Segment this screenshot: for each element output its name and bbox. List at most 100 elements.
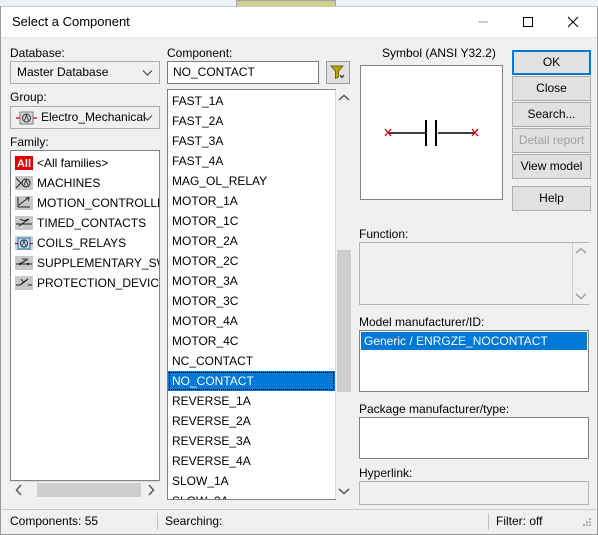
component-item[interactable]: REVERSE_2A (168, 411, 335, 431)
motion-controllers-icon (15, 195, 33, 211)
family-item-label: PROTECTION_DEVICES (37, 276, 160, 290)
select-component-dialog: Select a Component Database: Master Data… (0, 6, 598, 535)
detail-report-button: Detail report (512, 128, 591, 153)
component-item[interactable]: REVERSE_4A (168, 451, 335, 471)
component-item[interactable]: MOTOR_4A (168, 311, 335, 331)
family-item-coils-relays[interactable]: COILS_RELAYS (11, 233, 159, 253)
hyperlink-label: Hyperlink: (359, 466, 413, 480)
ok-button[interactable]: OK (512, 50, 591, 75)
function-vscrollbar[interactable] (572, 243, 589, 304)
family-item-motion-controllers[interactable]: MOTION_CONTROLLERS (11, 193, 159, 213)
family-item-machines[interactable]: MACHINES (11, 173, 159, 193)
component-item[interactable]: MOTOR_1C (168, 211, 335, 231)
hyperlink-field[interactable] (359, 481, 589, 505)
normally-open-contact-symbol (384, 120, 479, 146)
title-bar: Select a Component (1, 7, 597, 38)
component-item-selected[interactable]: NO_CONTACT (168, 371, 335, 391)
package-manufacturer-listbox[interactable] (359, 417, 589, 459)
component-item[interactable]: MOTOR_3C (168, 291, 335, 311)
family-item-label: MOTION_CONTROLLERS (37, 196, 159, 210)
scroll-down-button[interactable] (573, 288, 589, 304)
family-listbox[interactable]: All <All families> MACHINES MOTION_CONTR… (10, 150, 160, 481)
component-label: Component: (167, 46, 233, 60)
database-combobox[interactable]: Master Database (10, 61, 160, 84)
filter-button[interactable] (326, 61, 350, 84)
motor-symbol-icon (16, 109, 37, 127)
filter-funnel-icon (327, 65, 349, 86)
component-input[interactable]: NO_CONTACT (167, 61, 319, 84)
coils-relays-icon (15, 235, 33, 251)
resize-grip[interactable] (581, 516, 593, 531)
status-divider (488, 513, 489, 530)
help-button[interactable]: Help (512, 186, 591, 211)
function-label: Function: (359, 227, 409, 241)
family-item-label: SUPPLEMENTARY_SWITCHES (37, 256, 159, 270)
close-button[interactable] (550, 7, 595, 36)
component-item[interactable]: MOTOR_4C (168, 331, 335, 351)
supplementary-switches-icon (15, 255, 33, 271)
hscroll-thumb[interactable] (37, 483, 141, 497)
close-icon (567, 16, 578, 28)
status-divider (157, 513, 158, 530)
chevron-down-icon (142, 114, 153, 122)
component-item[interactable]: MOTOR_2C (168, 251, 335, 271)
family-item-all[interactable]: All <All families> (11, 153, 159, 173)
component-item[interactable]: FAST_4A (168, 151, 335, 171)
database-value: Master Database (17, 65, 109, 79)
scroll-right-button[interactable] (142, 482, 159, 498)
component-value: NO_CONTACT (173, 65, 255, 79)
scroll-down-button[interactable] (336, 483, 352, 499)
family-item-protection-devices[interactable]: PROTECTION_DEVICES (11, 273, 159, 293)
family-item-timed-contacts[interactable]: TIMED_CONTACTS (11, 213, 159, 233)
group-value: Electro_Mechanical (41, 110, 146, 124)
component-item[interactable]: REVERSE_3A (168, 431, 335, 451)
scroll-up-button[interactable] (573, 243, 589, 259)
family-item-supplementary-switches[interactable]: SUPPLEMENTARY_SWITCHES (11, 253, 159, 273)
component-item[interactable]: MOTOR_3A (168, 271, 335, 291)
component-item[interactable]: NC_CONTACT (168, 351, 335, 371)
component-vscrollbar[interactable] (335, 90, 352, 499)
component-item[interactable]: MAG_OL_RELAY (168, 171, 335, 191)
search-button[interactable]: Search... (512, 102, 591, 127)
status-bar: Components: 55 Searching: Filter: off (2, 509, 596, 533)
family-label: Family: (10, 135, 49, 149)
scroll-up-button[interactable] (336, 90, 352, 106)
function-field[interactable] (359, 242, 589, 305)
chevron-down-icon (142, 69, 153, 77)
component-item[interactable]: FAST_3A (168, 131, 335, 151)
scroll-left-button[interactable] (11, 482, 28, 498)
family-item-label: TIMED_CONTACTS (37, 216, 147, 230)
protection-devices-icon (15, 275, 33, 291)
minimize-button[interactable] (460, 7, 505, 36)
close-dialog-button[interactable]: Close (512, 76, 591, 101)
maximize-icon (522, 17, 533, 27)
vscroll-thumb[interactable] (337, 250, 351, 392)
machines-icon (15, 175, 33, 191)
component-item[interactable]: SLOW_1A (168, 471, 335, 491)
svg-text:All: All (17, 158, 31, 170)
component-item[interactable]: FAST_1A (168, 91, 335, 111)
model-manufacturer-value[interactable]: Generic / ENRGZE_NOCONTACT (361, 332, 587, 350)
model-manufacturer-label: Model manufacturer/ID: (359, 315, 485, 329)
timed-contacts-icon (15, 215, 33, 231)
component-item[interactable]: MOTOR_1A (168, 191, 335, 211)
status-components: Components: 55 (10, 514, 99, 528)
component-item[interactable]: SLOW_2A (168, 491, 335, 499)
model-manufacturer-listbox[interactable]: Generic / ENRGZE_NOCONTACT (359, 330, 589, 392)
maximize-button[interactable] (505, 7, 550, 36)
component-item[interactable]: REVERSE_1A (168, 391, 335, 411)
status-searching: Searching: (165, 514, 223, 528)
package-manufacturer-label: Package manufacturer/type: (359, 402, 510, 416)
component-item[interactable]: FAST_2A (168, 111, 335, 131)
all-families-icon: All (15, 155, 33, 171)
symbol-label: Symbol (ANSI Y32.2) (382, 46, 496, 60)
family-hscrollbar[interactable] (11, 481, 159, 498)
minimize-icon (477, 21, 488, 23)
group-label: Group: (10, 90, 47, 104)
component-item[interactable]: MOTOR_2A (168, 231, 335, 251)
family-item-label: <All families> (37, 156, 109, 170)
database-label: Database: (10, 46, 65, 60)
view-model-button[interactable]: View model (512, 154, 591, 179)
group-combobox[interactable]: Electro_Mechanical (10, 106, 160, 129)
component-listbox[interactable]: FAST_1A FAST_2A FAST_3A FAST_4A MAG_OL_R… (167, 89, 336, 500)
